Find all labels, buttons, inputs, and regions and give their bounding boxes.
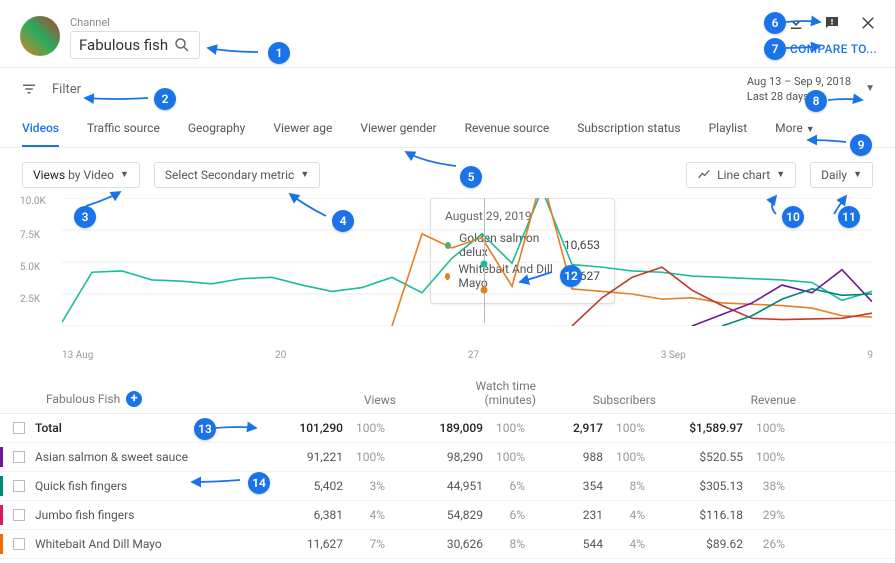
- table-row[interactable]: Jumbo fish fingers6,3814%54,8296%2314%$1…: [0, 501, 895, 530]
- date-range-text: Aug 13 – Sep 9, 2018: [747, 74, 851, 89]
- channel-search-input[interactable]: Fabulous fish: [70, 31, 200, 59]
- metrics-table: Fabulous Fish + Views Watch time(minutes…: [0, 373, 895, 559]
- channel-name: Fabulous fish: [79, 36, 173, 54]
- annotation-callout: 8: [805, 90, 827, 112]
- tab-viewer-age[interactable]: Viewer age: [273, 111, 332, 147]
- table-title: Fabulous Fish: [46, 392, 120, 406]
- search-icon: [173, 36, 191, 54]
- annotation-callout: 2: [154, 88, 176, 110]
- row-checkbox[interactable]: [13, 480, 25, 492]
- tab-playlist[interactable]: Playlist: [709, 111, 748, 147]
- chevron-down-icon: ▼: [853, 169, 862, 180]
- compare-button[interactable]: COMPARE TO...: [790, 42, 877, 56]
- chart-point: [481, 286, 488, 293]
- annotation-callout: 6: [764, 12, 786, 34]
- date-range-preset: Last 28 days: [747, 89, 851, 104]
- annotation-callout: 1: [268, 42, 290, 64]
- table-row[interactable]: Total101,290100%189,009100%2,917100%$1,5…: [0, 414, 895, 443]
- tab-revenue-source[interactable]: Revenue source: [465, 111, 550, 147]
- close-icon[interactable]: [859, 14, 877, 32]
- annotation-callout: 10: [782, 206, 804, 228]
- line-chart[interactable]: 10.0K 7.5K 5.0K 2.5K 13 Aug20273 Sep9: [22, 198, 873, 343]
- feedback-icon[interactable]: [823, 14, 841, 32]
- line-chart-icon: [697, 168, 711, 182]
- table-row[interactable]: Asian salmon & sweet sauce91,221100%98,2…: [0, 443, 895, 472]
- tab-more[interactable]: More ▼: [775, 111, 815, 147]
- chevron-down-icon: ▼: [300, 169, 309, 180]
- annotation-callout: 14: [248, 472, 270, 494]
- annotation-callout: 4: [332, 210, 354, 232]
- chart-type-dropdown[interactable]: Line chart ▼: [686, 162, 796, 188]
- tab-geography[interactable]: Geography: [188, 111, 246, 147]
- dimension-tabs: Videos Traffic source Geography Viewer age V…: [0, 111, 895, 148]
- row-checkbox[interactable]: [13, 509, 25, 521]
- col-subscribers[interactable]: Subscribers: [536, 393, 656, 407]
- table-row[interactable]: Quick fish fingers5,4023%44,9516%3548%$3…: [0, 472, 895, 501]
- annotation-callout: 9: [850, 134, 872, 156]
- chevron-down-icon: ▼: [776, 169, 785, 180]
- channel-avatar[interactable]: [20, 16, 60, 56]
- col-revenue[interactable]: Revenue: [656, 393, 796, 407]
- add-comparison-button[interactable]: +: [126, 391, 142, 407]
- annotation-callout: 5: [460, 166, 482, 188]
- filter-icon[interactable]: [20, 80, 38, 98]
- col-views[interactable]: Views: [276, 393, 396, 407]
- chart-canvas: [62, 198, 872, 326]
- channel-label: Channel: [70, 16, 875, 29]
- annotation-callout: 11: [838, 206, 860, 228]
- granularity-dropdown[interactable]: Daily ▼: [810, 162, 873, 188]
- tab-traffic-source[interactable]: Traffic source: [87, 111, 160, 147]
- primary-metric-dropdown[interactable]: Views by Video ▼: [22, 162, 140, 188]
- row-checkbox[interactable]: [13, 538, 25, 550]
- annotation-callout: 7: [764, 38, 786, 60]
- tab-viewer-gender[interactable]: Viewer gender: [360, 111, 436, 147]
- chart-point: [481, 260, 488, 267]
- annotation-callout: 13: [194, 418, 216, 440]
- tab-subscription-status[interactable]: Subscription status: [577, 111, 680, 147]
- row-checkbox[interactable]: [13, 451, 25, 463]
- secondary-metric-dropdown[interactable]: Select Secondary metric ▼: [154, 162, 320, 188]
- tab-videos[interactable]: Videos: [22, 111, 59, 147]
- download-icon[interactable]: [787, 14, 805, 32]
- chevron-down-icon: ▼: [865, 82, 875, 96]
- table-row[interactable]: Whitebait And Dill Mayo11,6277%30,6268%5…: [0, 530, 895, 559]
- annotation-callout: 3: [74, 206, 96, 228]
- annotation-callout: 12: [560, 265, 582, 287]
- row-checkbox[interactable]: [13, 422, 25, 434]
- chevron-down-icon: ▼: [120, 169, 129, 180]
- filter-label[interactable]: Filter: [52, 82, 81, 97]
- col-watchtime[interactable]: Watch time(minutes): [396, 379, 536, 407]
